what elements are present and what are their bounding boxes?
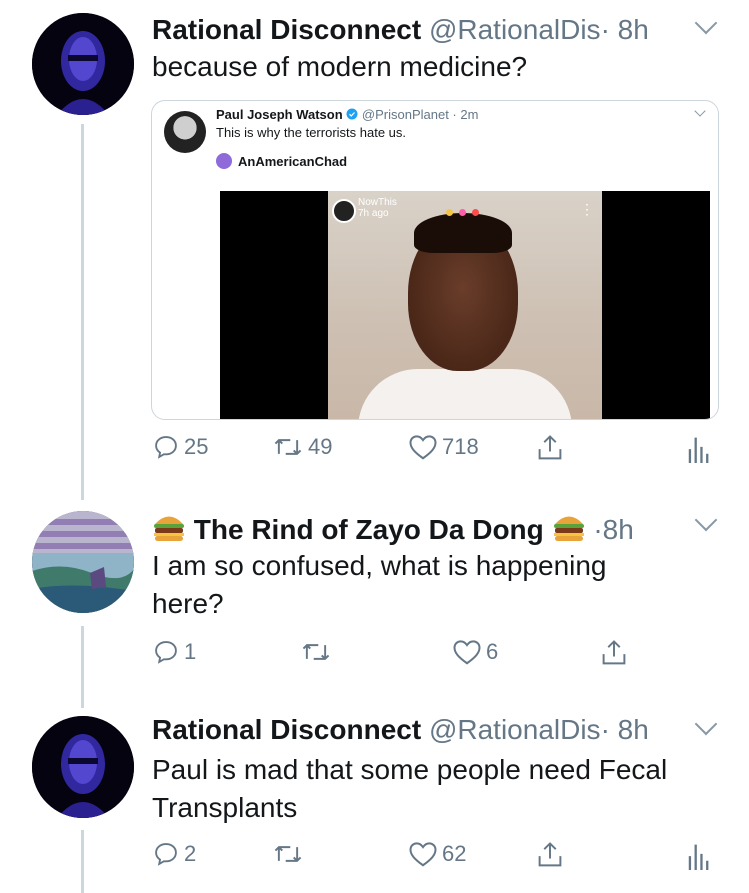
thread-line bbox=[81, 124, 84, 500]
timestamp[interactable]: 8h bbox=[603, 514, 634, 545]
share-icon bbox=[602, 640, 626, 665]
handle[interactable]: @RationalDis bbox=[429, 714, 601, 745]
tweet-actions: 2 62 bbox=[152, 840, 712, 876]
tweet-text: Paul is mad that some people need Fecal … bbox=[152, 754, 668, 823]
reply-icon bbox=[155, 436, 177, 459]
video-player[interactable]: NowThis 7h ago ⋮ bbox=[220, 191, 710, 419]
tweet-text: because of modern medicine? bbox=[152, 51, 528, 82]
retweet-icon bbox=[274, 439, 302, 455]
separator-dot: · bbox=[600, 714, 610, 745]
quoted-name: Paul Joseph Watson bbox=[216, 107, 343, 122]
chevron-down-icon[interactable] bbox=[694, 712, 718, 736]
retweet-button[interactable] bbox=[272, 840, 308, 868]
sub-account-name: AnAmericanChad bbox=[238, 153, 348, 169]
video-progress-dots bbox=[446, 209, 479, 216]
quoted-tweet-card[interactable]: Paul Joseph Watson @PrisonPlanet · 2m Th… bbox=[151, 100, 719, 420]
tweet-header: Rational Disconnect @RationalDis· 8h bbox=[152, 714, 649, 746]
separator-dot: · bbox=[600, 14, 610, 45]
like-button[interactable]: 718 bbox=[408, 433, 479, 461]
tweet-actions: 1 6 bbox=[152, 638, 712, 674]
display-name[interactable]: Rational Disconnect bbox=[152, 14, 421, 45]
reply-icon bbox=[155, 641, 177, 664]
channel-logo-icon bbox=[332, 199, 356, 223]
video-subject-hair bbox=[414, 213, 512, 253]
reply-count: 2 bbox=[184, 841, 197, 866]
avatar[interactable] bbox=[32, 511, 134, 613]
retweet-count: 49 bbox=[308, 434, 333, 459]
like-count: 6 bbox=[486, 639, 499, 664]
video-channel-label: NowThis 7h ago bbox=[358, 197, 397, 219]
analytics-button[interactable] bbox=[686, 433, 710, 463]
tweet-header: The Rind of Zayo Da Dong ·8h bbox=[152, 511, 634, 550]
tweet-header: Rational Disconnect @RationalDis· 8h bbox=[152, 14, 649, 46]
analytics-icon bbox=[688, 437, 709, 463]
quoted-text: This is why the terrorists hate us. bbox=[216, 125, 407, 140]
like-count: 718 bbox=[442, 434, 479, 459]
video-subject-shirt bbox=[358, 369, 572, 419]
chevron-down-icon[interactable] bbox=[694, 105, 706, 117]
chevron-down-icon[interactable] bbox=[694, 508, 718, 532]
timestamp[interactable]: 8h bbox=[618, 714, 649, 745]
video-frame: NowThis 7h ago ⋮ bbox=[328, 191, 602, 419]
avatar[interactable] bbox=[32, 13, 134, 115]
like-icon bbox=[409, 435, 437, 460]
verified-badge-icon bbox=[346, 108, 358, 120]
burger-emoji-icon bbox=[552, 511, 586, 550]
video-channel: NowThis bbox=[358, 197, 397, 208]
retweet-button[interactable]: 49 bbox=[272, 433, 332, 461]
tweet-text: I am so confused, what is happening here… bbox=[152, 550, 607, 619]
display-name[interactable]: The Rind of Zayo Da Dong bbox=[194, 514, 544, 545]
like-icon bbox=[453, 640, 481, 665]
burger-emoji-icon bbox=[152, 511, 186, 550]
analytics-icon bbox=[688, 844, 709, 870]
share-button[interactable] bbox=[600, 638, 628, 668]
reply-button[interactable]: 25 bbox=[152, 433, 208, 461]
like-icon bbox=[409, 842, 437, 867]
tweet-actions: 25 49 718 bbox=[152, 433, 712, 469]
timestamp[interactable]: 8h bbox=[618, 14, 649, 45]
like-count: 62 bbox=[442, 841, 467, 866]
reply-icon bbox=[155, 843, 177, 866]
thread-line bbox=[81, 830, 84, 893]
reply-button[interactable]: 2 bbox=[152, 840, 196, 868]
display-name[interactable]: Rational Disconnect bbox=[152, 714, 421, 745]
retweet-icon bbox=[274, 846, 302, 862]
reply-count: 25 bbox=[184, 434, 209, 459]
separator-dot: · bbox=[593, 514, 603, 545]
share-icon bbox=[538, 842, 562, 867]
retweet-icon bbox=[302, 644, 330, 660]
chevron-down-icon[interactable] bbox=[694, 11, 718, 35]
avatar bbox=[216, 153, 232, 169]
thread-line bbox=[81, 626, 84, 708]
share-icon bbox=[538, 435, 562, 460]
quoted-display-name[interactable]: Paul Joseph Watson @PrisonPlanet · 2m bbox=[216, 107, 478, 122]
avatar[interactable] bbox=[164, 111, 206, 153]
more-icon[interactable]: ⋮ bbox=[580, 201, 594, 218]
share-button[interactable] bbox=[536, 433, 564, 463]
analytics-button[interactable] bbox=[686, 840, 710, 870]
quoted-handle: @PrisonPlanet · 2m bbox=[361, 107, 479, 122]
share-button[interactable] bbox=[536, 840, 564, 870]
retweet-button[interactable] bbox=[300, 638, 336, 666]
like-button[interactable]: 6 bbox=[452, 638, 498, 666]
avatar[interactable] bbox=[32, 716, 134, 818]
handle[interactable]: @RationalDis bbox=[429, 14, 601, 45]
quoted-sub-account[interactable]: AnAmericanChad bbox=[216, 153, 347, 169]
like-button[interactable]: 62 bbox=[408, 840, 466, 868]
video-age: 7h ago bbox=[358, 208, 389, 219]
reply-count: 1 bbox=[184, 639, 197, 664]
reply-button[interactable]: 1 bbox=[152, 638, 196, 666]
